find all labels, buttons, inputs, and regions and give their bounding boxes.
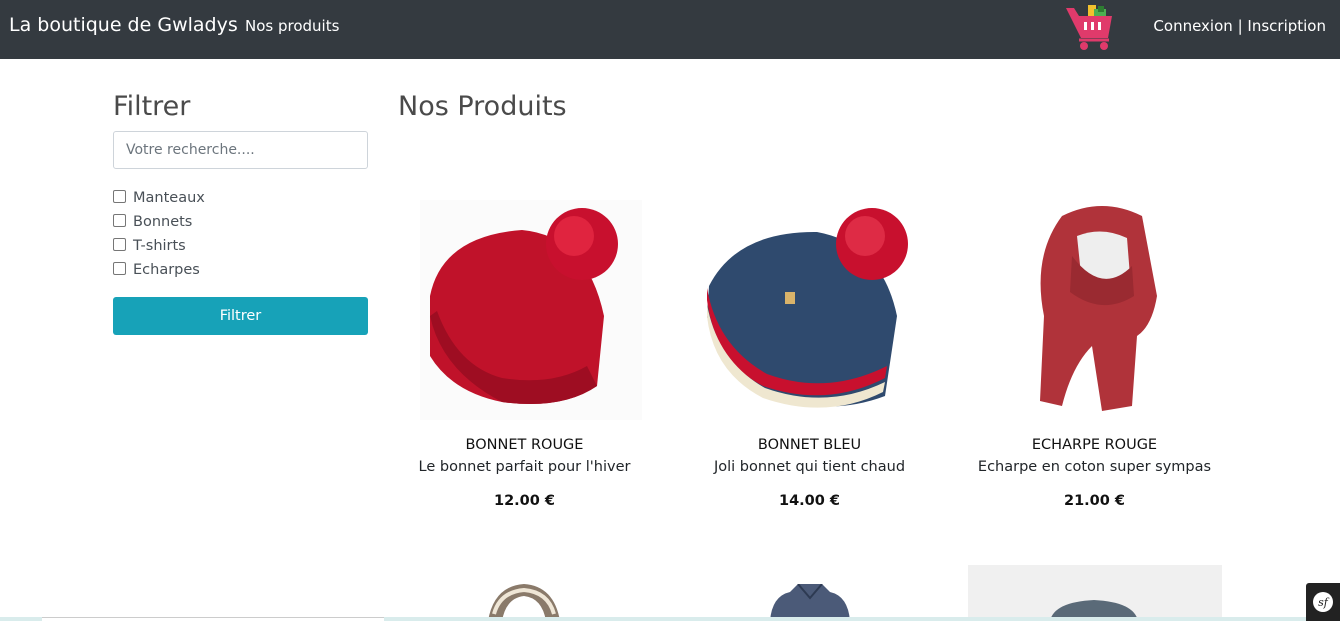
product-image-blue-beanie[interactable]	[667, 196, 952, 422]
product-card[interactable]: BONNET ROUGE Le bonnet parfait pour l'hi…	[382, 196, 667, 516]
category-echarpes[interactable]: Echarpes	[113, 260, 200, 280]
checkbox[interactable]	[113, 214, 126, 227]
product-name[interactable]: ECHARPE ROUGE	[952, 437, 1237, 453]
horizontal-scrollbar[interactable]	[42, 617, 384, 621]
category-label: Manteaux	[133, 190, 205, 206]
auth-links: Connexion | Inscription	[1153, 17, 1326, 35]
category-manteaux[interactable]: Manteaux	[113, 188, 205, 208]
category-label: Echarpes	[133, 262, 200, 278]
product-description: Joli bonnet qui tient chaud	[713, 459, 906, 475]
category-label: Bonnets	[133, 214, 193, 230]
product-name[interactable]: BONNET BLEU	[667, 437, 952, 453]
product-price: 21.00 €	[1063, 493, 1125, 509]
product-image-patterned-scarf[interactable]	[484, 584, 564, 621]
product-card[interactable]: ECHARPE ROUGE Echarpe en coton super sym…	[952, 196, 1237, 516]
product-price: 14.00 €	[778, 493, 840, 509]
top-navbar: La boutique de Gwladys Nos produits Conn…	[0, 0, 1340, 59]
category-bonnets[interactable]: Bonnets	[113, 212, 192, 232]
filter-title: Filtrer	[113, 91, 191, 122]
product-name[interactable]: BONNET ROUGE	[382, 437, 667, 453]
shopping-cart-icon[interactable]	[1064, 2, 1116, 52]
products-title: Nos Produits	[398, 91, 567, 122]
product-description: Le bonnet parfait pour l'hiver	[418, 459, 631, 475]
brand-link[interactable]: La boutique de Gwladys	[9, 14, 238, 36]
product-description: Echarpe en coton super sympas	[977, 459, 1212, 475]
product-image-coat[interactable]	[760, 584, 860, 621]
checkbox[interactable]	[113, 238, 126, 251]
product-image-red-scarf[interactable]	[952, 196, 1237, 422]
login-link[interactable]: Connexion	[1153, 17, 1232, 35]
nav-link-products[interactable]: Nos produits	[245, 17, 339, 35]
checkbox[interactable]	[113, 262, 126, 275]
checkbox[interactable]	[113, 190, 126, 203]
category-tshirts[interactable]: T-shirts	[113, 236, 186, 256]
auth-separator: |	[1237, 17, 1243, 35]
product-image-red-beanie[interactable]	[382, 196, 667, 422]
symfony-icon[interactable]: sf	[1306, 583, 1340, 621]
register-link[interactable]: Inscription	[1247, 17, 1326, 35]
filter-button[interactable]: Filtrer	[113, 297, 368, 335]
product-image-frame[interactable]	[968, 565, 1222, 621]
category-label: T-shirts	[133, 238, 186, 254]
product-price: 12.00 €	[493, 493, 555, 509]
search-input[interactable]	[113, 131, 368, 169]
product-card[interactable]: BONNET BLEU Joli bonnet qui tient chaud …	[667, 196, 952, 516]
